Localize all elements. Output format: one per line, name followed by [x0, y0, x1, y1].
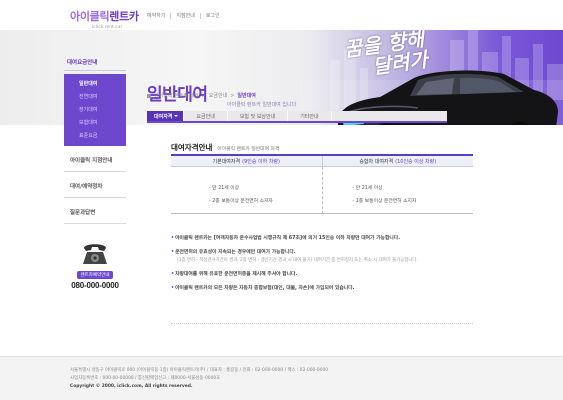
- tab-qualification[interactable]: 대여자격: [147, 111, 185, 121]
- breadcrumb: 아이클릭 렌트카 메인 > 요금안내 > 일반대여: [147, 92, 256, 99]
- notice-text: 아이클릭 렌트카는 [여객자동차 운수사업법 시행규칙 제 67조]에 의거 1…: [175, 236, 401, 241]
- notice-text: 차량대여를 위해 유효한 운전면허증을 제시해 주셔야 합니다.: [175, 272, 298, 277]
- table-header-basic: 기본대여자격 (9인승 이하 차량): [171, 156, 323, 166]
- notice-item: •아이클릭 렌트카의 모든 차량은 자동차 종합보험(대인, 대물, 자손)에 …: [171, 284, 471, 291]
- chevron-down-icon: [174, 115, 179, 117]
- qualification-table: 기본대여자격 (9인승 이하 차량) 승합차 대여자격 (10인승 이상 차량)…: [171, 154, 473, 214]
- breadcrumb-rates[interactable]: 요금안내: [209, 92, 227, 99]
- breadcrumb-current: 일반대여: [237, 93, 256, 99]
- table-header-van: 승합차 대여자격 (10인승 이상 차량): [323, 156, 474, 166]
- table-cell-van: - 만 21세 이상 - 1종 보통이상 운전면허 소지자: [323, 167, 474, 214]
- notice-text: 운전면허의 유효성이 지속되는 경우에만 대여가 가능합니다.: [175, 250, 296, 255]
- table-body-row: - 만 21세 이상 - 2종 보통이상 운전면허 소지자 - 만 21세 이상…: [171, 167, 473, 214]
- top-header: 아이클릭렌트카 iclick.rent.car 예약하기 지점안내 로그인: [0, 0, 563, 30]
- bullet-icon: •: [171, 250, 175, 255]
- sidebar-link-rental-status[interactable]: 대여/예약정차: [64, 172, 126, 198]
- content-divider: [171, 323, 473, 324]
- section-description: 아이클릭 렌트카 일반대여 자격: [217, 147, 280, 152]
- sidebar-item-long-term[interactable]: 장기대여: [64, 103, 126, 116]
- sidebar-item-rental-2[interactable]: 전연대여: [64, 90, 126, 103]
- content-tabs: 대여자격 요금안내 보험 및 보상안내 기타안내: [147, 111, 447, 123]
- phone-contact-box: 렌트카예약안내 080-000-0000: [64, 240, 126, 290]
- top-nav: 예약하기 지점안내 로그인: [142, 13, 225, 19]
- home-icon: [147, 93, 151, 98]
- sidebar-item-general-rental[interactable]: 일반대여: [64, 77, 126, 90]
- footer-registration: 사업자등록번호 : 000-00-00000 / 통신판매업신고 : 제0000…: [70, 376, 221, 382]
- sidebar-heading[interactable]: 대여요금안내: [64, 55, 126, 71]
- table-header-row: 기본대여자격 (9인승 이하 차량) 승합차 대여자격 (10인승 이상 차량): [171, 156, 473, 167]
- bullet-icon: •: [171, 272, 175, 277]
- header-basic-label: 기본대여자격: [212, 158, 241, 165]
- page-footer: 서울특별시 성동구 아이클릭로 000 (아이클릭동 1층) 아이클릭렌트카(주…: [0, 356, 563, 400]
- sidebar-link-branches[interactable]: 아이클릭 지점안내: [64, 146, 126, 172]
- sidebar-link-qna[interactable]: 질문과답변: [64, 198, 126, 224]
- van-age-requirement: - 만 21세 이상: [352, 186, 383, 191]
- notice-list: •아이클릭 렌트카는 [여객자동차 운수사업법 시행규칙 제 67조]에 의거 …: [171, 234, 471, 298]
- site-logo[interactable]: 아이클릭렌트카 iclick.rent.car: [70, 8, 139, 30]
- nav-reserve[interactable]: 예약하기: [142, 13, 172, 19]
- notice-text: 아이클릭 렌트카의 모든 차량은 자동차 종합보험(대인, 대물, 자손)에 가…: [175, 286, 355, 291]
- breadcrumb-separator-icon: >: [230, 92, 235, 99]
- nav-branches[interactable]: 지점안내: [171, 13, 201, 19]
- logo-text: 아이클릭렌트카: [70, 8, 139, 24]
- notice-item: •아이클릭 렌트카는 [여객자동차 운수사업법 시행규칙 제 67조]에 의거 …: [171, 234, 471, 241]
- header-van-label: 승합차 대여자격: [359, 158, 394, 165]
- telephone-icon: [83, 244, 107, 264]
- notice-item: •운전면허의 유효성이 지속되는 경우에만 대여가 가능합니다. (1종 면허 …: [171, 248, 471, 263]
- phone-tag: 렌트카예약안내: [76, 271, 114, 279]
- sidebar-item-standard-rates[interactable]: 표준요금: [64, 129, 126, 142]
- left-sidebar: 대여요금안내 일반대여 전연대여 장기대여 보험대여 표준요금 아이클릭 지점안…: [64, 55, 126, 224]
- van-license-requirement: - 1종 보통이상 운전면허 소지자: [352, 199, 417, 204]
- basic-license-requirement: - 2종 보통이상 운전면허 소지자: [209, 199, 273, 204]
- logo-text-a: 아이클릭: [70, 11, 110, 23]
- tab-qualification-label: 대여자격: [154, 113, 173, 120]
- bullet-icon: •: [171, 236, 175, 241]
- logo-text-b: 렌트카: [109, 11, 139, 23]
- phone-number: 080-000-0000: [71, 281, 119, 290]
- breadcrumb-home[interactable]: 아이클릭 렌트카 메인: [154, 92, 199, 99]
- bullet-icon: •: [171, 286, 175, 291]
- footer-copyright: Copyright © 2000, iclick.com, All rights…: [70, 383, 193, 389]
- tab-insurance[interactable]: 보험 및 보상안내: [228, 111, 289, 121]
- breadcrumb-separator-icon: >: [201, 92, 206, 99]
- footer-address: 서울특별시 성동구 아이클릭로 000 (아이클릭동 1층) 아이클릭렌트카(주…: [70, 368, 329, 373]
- table-cell-basic: - 만 21세 이상 - 2종 보통이상 운전면허 소지자: [171, 167, 323, 214]
- tab-other[interactable]: 기타안내: [288, 111, 332, 121]
- sidebar-item-insurance[interactable]: 보험대여: [64, 116, 126, 129]
- footer-info: 서울특별시 성동구 아이클릭로 000 (아이클릭동 1층) 아이클릭렌트카(주…: [70, 367, 328, 391]
- notice-subtext: (1종 면허 - 적성검사기간이 경과, 2종 면허 - 갱신기간 경과 시 대…: [177, 258, 418, 263]
- sidebar-submenu: 일반대여 전연대여 장기대여 보험대여 표준요금: [64, 74, 126, 146]
- header-basic-note: (9인승 이하 차량): [242, 158, 280, 165]
- nav-login[interactable]: 로그인: [201, 13, 225, 19]
- notice-item: •차량대여를 위해 유효한 운전면허증을 제시해 주셔야 합니다.: [171, 270, 471, 277]
- page-subtitle: 아이클릭 렌트카 일반대여 입니다: [227, 102, 297, 108]
- header-van-note: (10인승 이상 차량): [395, 158, 437, 165]
- basic-age-requirement: - 만 21세 이상: [209, 186, 240, 191]
- tab-rates[interactable]: 요금안내: [184, 111, 228, 121]
